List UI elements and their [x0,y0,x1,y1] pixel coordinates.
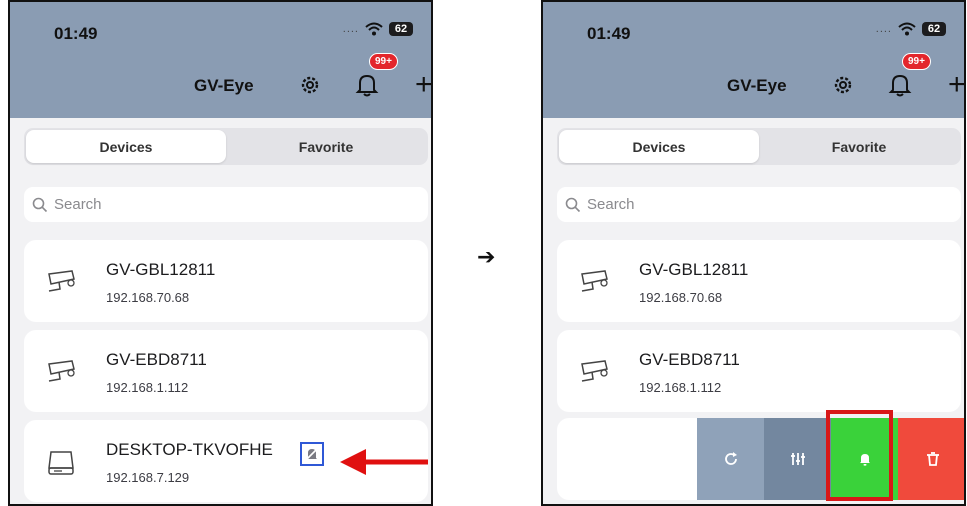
wifi-icon [365,22,383,36]
device-card[interactable]: GV-GBL12811 192.168.70.68 [24,240,428,322]
device-ip: 192.168.1.112 [106,380,189,395]
search-placeholder: Search [54,196,102,213]
device-name: GV-EBD8711 [639,350,740,369]
add-button[interactable]: + [415,70,431,100]
notification-toggle-button[interactable] [831,418,898,500]
camera-icon [48,360,75,382]
camera-icon [48,270,75,292]
status-time: 01:49 [54,24,98,43]
segmented-control: Devices Favorite [557,128,961,165]
refresh-button[interactable] [697,418,764,500]
battery-icon: 62 [922,22,946,36]
search-icon [32,197,48,212]
gear-icon[interactable] [832,74,854,96]
status-time: 01:49 [587,24,631,43]
device-card-stub[interactable] [557,418,697,500]
tab-devices[interactable]: Devices [26,130,226,163]
screenshot-before: 01:49 .... 62 GV-Eye 99+ + Devices Favor… [8,0,433,506]
add-button[interactable]: + [948,70,964,100]
device-card[interactable]: GV-EBD8711 192.168.1.112 [24,330,428,412]
delete-button[interactable] [898,418,964,500]
camera-icon [581,360,608,382]
gear-icon[interactable] [299,74,321,96]
bell-icon[interactable] [888,72,912,98]
notification-badge: 99+ [902,53,931,70]
tab-favorite[interactable]: Favorite [226,130,426,163]
device-card[interactable]: GV-GBL12811 192.168.70.68 [557,240,961,322]
status-indicators: .... 62 [876,22,946,36]
app-header: 01:49 .... 62 GV-Eye 99+ + [10,2,431,118]
app-title: GV-Eye [727,76,787,95]
tab-favorite[interactable]: Favorite [759,130,959,163]
camera-icon [581,270,608,292]
signal-icon: .... [875,23,892,35]
device-name: GV-GBL12811 [106,260,216,279]
bell-icon[interactable] [355,72,379,98]
status-indicators: .... 62 [343,22,413,36]
device-ip: 192.168.7.129 [106,470,190,485]
adjust-button[interactable] [764,418,831,500]
tab-devices[interactable]: Devices [559,130,759,163]
search-placeholder: Search [587,196,635,213]
device-name: GV-GBL12811 [639,260,749,279]
device-ip: 192.168.70.68 [106,290,190,305]
notification-badge: 99+ [369,53,398,70]
adjust-icon [790,453,805,465]
device-ip: 192.168.70.68 [639,290,723,305]
device-card[interactable]: GV-EBD8711 192.168.1.112 [557,330,961,412]
bell-muted-icon [300,442,324,466]
step-arrow: ➔ [477,244,496,269]
refresh-icon [724,452,737,465]
swiped-device-row[interactable] [557,418,964,500]
segmented-control: Devices Favorite [24,128,428,165]
wifi-icon [898,22,916,36]
search-input[interactable]: Search [24,187,428,222]
screenshot-after: 01:49 .... 62 GV-Eye 99+ + Devices Favor… [541,0,966,506]
device-ip: 192.168.1.112 [639,380,722,395]
app-header: 01:49 .... 62 GV-Eye 99+ + [543,2,964,118]
device-name: DESKTOP-TKVOFHE [106,440,273,459]
trash-icon [927,452,939,466]
battery-icon: 62 [389,22,413,36]
app-title: GV-Eye [194,76,254,95]
bell-icon [859,454,870,466]
signal-icon: .... [342,23,359,35]
search-icon [565,197,581,212]
hard-drive-icon [48,451,74,475]
callout-arrow-icon [340,449,428,475]
device-name: GV-EBD8711 [106,350,207,369]
search-input[interactable]: Search [557,187,961,222]
